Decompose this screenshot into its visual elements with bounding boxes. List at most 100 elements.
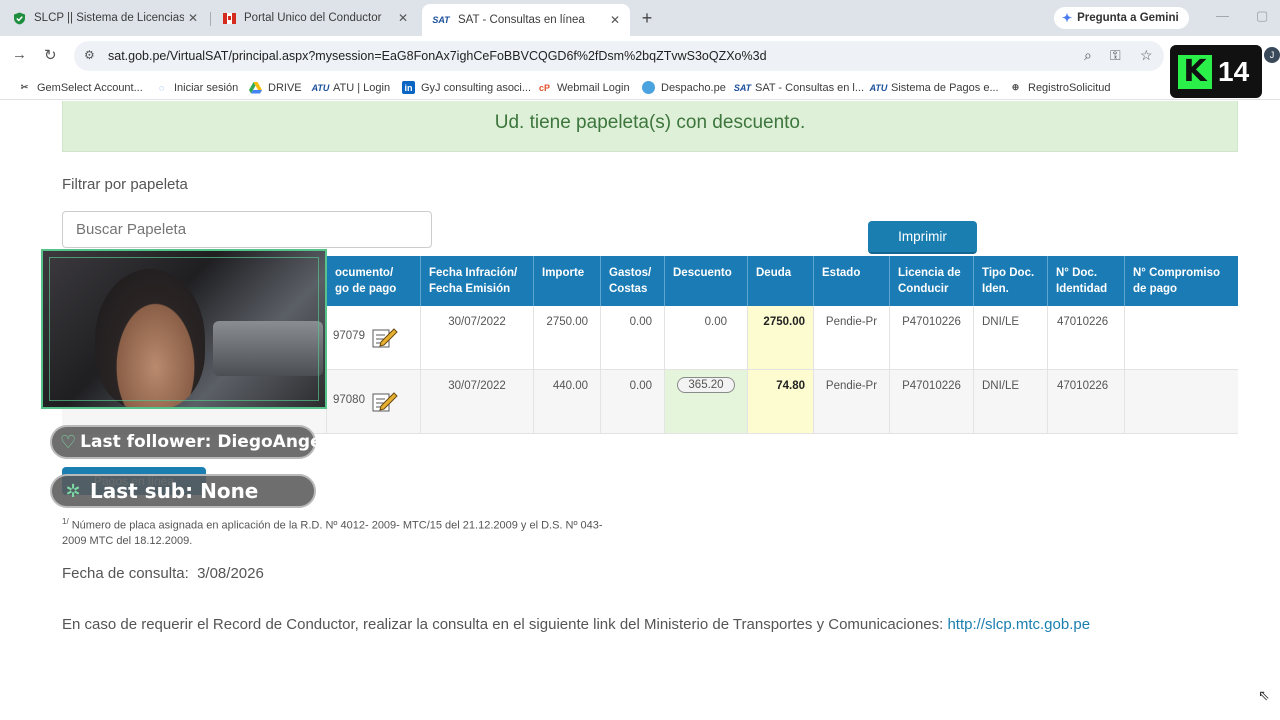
star-icon: ✲ [65, 480, 81, 502]
footnote-marker: 1/ [62, 517, 69, 526]
password-key-icon[interactable]: ⚿ [1110, 47, 1121, 64]
col-tipo-doc: Tipo Doc. Iden. [973, 256, 1047, 306]
bookmark-sat[interactable]: SAT SAT - Consultas en l... [734, 81, 865, 94]
col-gastos: Gastos/ Costas [600, 256, 664, 306]
webcam-feed [41, 249, 327, 409]
last-follower-banner: ♡ Last follower: DiegoAngello [50, 425, 345, 459]
cell-tipo-doc: DNI/LE [973, 306, 1047, 369]
linkedin-icon: in [402, 81, 415, 94]
bookmark-atu[interactable]: ATU ATU | Login [311, 81, 391, 94]
bookmark-label: Sistema de Pagos e... [891, 81, 999, 94]
cell-gastos: 0.00 [600, 370, 664, 433]
cell-deuda: 2750.00 [747, 306, 813, 369]
bookmark-label: DRIVE [268, 81, 302, 94]
bookmark-label: GyJ consulting asoci... [421, 81, 532, 94]
cell-compromiso [1124, 306, 1238, 369]
bookmark-registro-solicitud[interactable]: ⊕ RegistroSolicitud [1009, 81, 1111, 94]
bookmark-label: SAT - Consultas en l... [755, 81, 865, 94]
discount-alert: Ud. tiene papeleta(s) con descuento. [62, 101, 1238, 152]
col-documento: ocumento/ go de pago [326, 256, 420, 306]
atu-icon: ATU [311, 82, 330, 93]
k14-channel-logo: K 14 [1170, 45, 1262, 98]
record-text: En caso de requerir el Record de Conduct… [62, 616, 948, 633]
cell-compromiso [1124, 370, 1238, 433]
drive-icon [249, 81, 262, 94]
bookmark-iniciar-sesion[interactable]: ◌ Iniciar sesión [155, 81, 238, 94]
cell-estado: Pendie-Pr [813, 306, 889, 369]
browser-toolbar: → ↻ ⚙ sat.gob.pe/VirtualSAT/principal.as… [0, 36, 1280, 76]
col-licencia: Licencia de Conducir [889, 256, 973, 306]
close-icon[interactable]: ✕ [610, 13, 620, 27]
bookmark-label: Webmail Login [557, 81, 630, 94]
globe-icon: ⊕ [1011, 82, 1020, 92]
print-button[interactable]: Imprimir [868, 221, 977, 254]
site-info-icon[interactable]: ⚙ [84, 48, 95, 62]
atu-icon: ATU [869, 82, 888, 93]
bookmark-label: Despacho.pe [661, 81, 726, 94]
sat-icon: SAT [432, 15, 450, 25]
bookmark-label: GemSelect Account... [37, 81, 143, 94]
mouse-cursor-icon: ⇖ [1258, 687, 1270, 703]
cell-tipo-doc: DNI/LE [973, 370, 1047, 433]
col-descuento: Descuento [664, 256, 747, 306]
bookmark-label: Iniciar sesión [174, 81, 239, 94]
profile-avatar[interactable]: J [1264, 47, 1280, 63]
new-tab-button[interactable]: + [638, 8, 656, 29]
maximize-icon[interactable]: ▢ [1256, 8, 1268, 24]
heart-icon: ♡ [60, 431, 77, 453]
tab-strip: SLCP || Sistema de Licencias de ✕ Portal… [0, 0, 1280, 36]
url-text: sat.gob.pe/VirtualSAT/principal.aspx?mys… [108, 49, 767, 63]
last-follower-text: Last follower: DiegoAngello [80, 432, 345, 452]
tab-portal-conductor[interactable]: Portal Único del Conductor ✕ [212, 4, 418, 32]
last-sub-text: Last sub: None [90, 479, 259, 503]
gemselect-icon: ✂ [20, 82, 29, 92]
despacho-icon [642, 81, 655, 94]
slcp-link[interactable]: http://slcp.mtc.gob.pe [947, 616, 1090, 633]
zoom-icon[interactable]: ⌕ [1084, 47, 1092, 64]
bookmark-despacho[interactable]: Despacho.pe [642, 81, 726, 94]
cell-importe: 440.00 [533, 370, 600, 433]
close-icon[interactable]: ✕ [398, 11, 408, 25]
bookmark-label: ATU | Login [333, 81, 391, 94]
edit-icon[interactable] [372, 326, 398, 348]
bookmarks-bar: ✂ GemSelect Account... ◌ Iniciar sesión DR… [0, 76, 1280, 100]
tab-label: Portal Único del Conductor [244, 12, 382, 24]
bookmark-star-icon[interactable]: ☆ [1140, 47, 1153, 64]
forward-icon[interactable]: → [12, 46, 27, 63]
address-bar[interactable]: ⚙ sat.gob.pe/VirtualSAT/principal.aspx?m… [74, 41, 1164, 71]
bookmark-sistema-pagos[interactable]: ATU Sistema de Pagos e... [869, 81, 999, 94]
tab-separator [210, 12, 211, 26]
fecha-consulta: Fecha de consulta: 3/08/2026 [62, 565, 264, 582]
bookmark-gemselect[interactable]: ✂ GemSelect Account... [18, 81, 143, 94]
reload-icon[interactable]: ↻ [44, 46, 57, 64]
cell-licencia: P47010226 [889, 370, 973, 433]
cell-deuda: 74.80 [747, 370, 813, 433]
cell-descuento: 0.00 [664, 306, 747, 369]
gemini-sparkle-icon: ✦ [1062, 11, 1073, 25]
tab-slcp[interactable]: SLCP || Sistema de Licencias de ✕ [2, 4, 208, 32]
tab-label: SLCP || Sistema de Licencias de [34, 12, 184, 24]
cell-nro-doc: 47010226 [1047, 306, 1124, 369]
bookmark-webmail[interactable]: cP Webmail Login [538, 81, 630, 94]
webcam-frame [49, 257, 319, 401]
bookmark-drive[interactable]: DRIVE [249, 81, 302, 94]
col-importe: Importe [533, 256, 600, 306]
bookmark-gyj[interactable]: in GyJ consulting asoci... [402, 81, 531, 94]
footnote-text: Número de placa asignada en aplicación d… [62, 519, 603, 548]
bookmark-label: RegistroSolicitud [1028, 81, 1111, 94]
discount-pill: 365.20 [677, 377, 735, 393]
edit-icon[interactable] [372, 390, 398, 412]
tab-sat-consultas[interactable]: SAT SAT - Consultas en línea ✕ [422, 4, 630, 36]
minimize-icon[interactable]: — [1216, 8, 1229, 23]
gemini-button[interactable]: ✦ Pregunta a Gemini [1054, 7, 1189, 29]
shield-check-icon [12, 11, 26, 25]
page-content: Ud. tiene papeleta(s) con descuento. Fil… [0, 101, 1280, 720]
col-fecha: Fecha Infración/ Fecha Emisión [420, 256, 533, 306]
col-estado: Estado [813, 256, 889, 306]
portal-flag-icon [222, 11, 236, 25]
search-papeleta-input[interactable] [62, 211, 432, 248]
cell-estado: Pendie-Pr [813, 370, 889, 433]
cell-importe: 2750.00 [533, 306, 600, 369]
close-icon[interactable]: ✕ [188, 11, 198, 25]
col-compromiso: N° Compromiso de pago [1124, 256, 1238, 306]
